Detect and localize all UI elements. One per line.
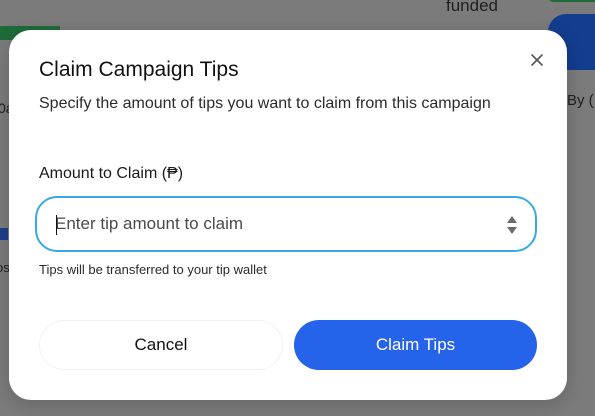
dialog-subtitle: Specify the amount of tips you want to c… — [39, 95, 491, 112]
amount-stepper[interactable] — [505, 214, 519, 236]
claim-tips-dialog: Claim Campaign Tips Specify the amount o… — [9, 30, 567, 400]
cancel-button[interactable]: Cancel — [39, 320, 283, 370]
claim-tips-button[interactable]: Claim Tips — [294, 320, 537, 370]
close-button[interactable] — [527, 50, 547, 70]
background-funded-text: funded — [446, 0, 498, 15]
stepper-icon — [507, 216, 517, 234]
amount-field-label: Amount to Claim (₱) — [39, 165, 184, 182]
dialog-title: Claim Campaign Tips — [39, 58, 239, 81]
helper-text: Tips will be transferred to your tip wal… — [39, 262, 267, 277]
amount-input[interactable] — [55, 198, 495, 250]
background-green-pill — [548, 0, 595, 2]
text-caret — [56, 215, 57, 235]
background-by-text: By ( — [567, 92, 594, 109]
background-left-blue-block — [0, 228, 8, 240]
close-icon — [531, 54, 543, 66]
amount-input-container[interactable] — [35, 196, 537, 252]
